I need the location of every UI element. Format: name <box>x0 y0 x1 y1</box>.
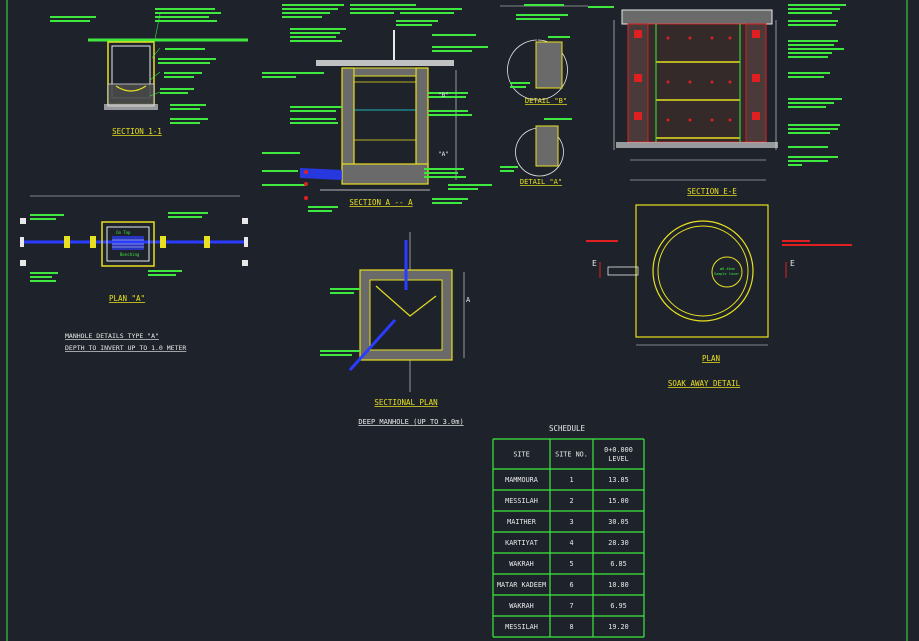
table-cell: 6.85 <box>610 560 626 568</box>
table-cell: WAKRAH <box>509 602 534 610</box>
section-e-e-drawing <box>588 4 846 181</box>
table-cell: 5 <box>569 560 573 568</box>
section-1-1-drawing <box>50 8 248 124</box>
plan-title: PLAN <box>702 354 720 363</box>
sectional-plan-marker: A <box>466 296 471 304</box>
table-cell: MAITHER <box>507 518 537 526</box>
table-cell: 2 <box>569 497 573 505</box>
table-cell: 30.05 <box>608 518 628 526</box>
detail-b-drawing <box>500 4 588 101</box>
table-header-cell: SITE <box>513 451 529 459</box>
table-cell: 15.00 <box>608 497 628 505</box>
plan-a-box-bottom: Benching <box>120 252 140 257</box>
table-cell: 13.85 <box>608 476 628 484</box>
schedule-table: SITE SITE NO. 0+0.000LEVEL MAMMOURA 1 13.85 ME… <box>492 438 645 638</box>
table-cell: 6 <box>569 581 573 589</box>
cad-drawing: SECTION 1-1 Cm Top Benching PLAN "A" MAN… <box>6 0 908 641</box>
deep-manhole-title: DEEP MANHOLE (UP TO 3.0m) <box>358 418 463 426</box>
table-cell: MATAR KADEEM <box>497 581 546 589</box>
section-a-a-title: SECTION A -- A <box>349 198 413 207</box>
sectional-plan-title: SECTIONAL PLAN <box>374 398 437 407</box>
table-cell: 3 <box>569 518 573 526</box>
table-cell: 8 <box>569 623 573 631</box>
table-cell: 19.20 <box>608 623 628 631</box>
plan-a-title: PLAN "A" <box>109 294 145 303</box>
plan-inner-label2: Sample Cover <box>714 272 739 276</box>
plan-inner-label1: ø0.45mm <box>720 267 735 271</box>
section-a-a-tag-b: "B" <box>438 92 449 99</box>
soak-away-title: SOAK AWAY DETAIL <box>668 379 741 388</box>
table-header-cell: LEVEL <box>608 455 628 463</box>
manhole-type-line2: DEPTH TO INVERT UP TO 1.0 METER <box>65 344 186 352</box>
table-cell: WAKRAH <box>509 560 534 568</box>
table-cell: MESSILAH <box>505 623 538 631</box>
manhole-type-line1: MANHOLE DETAILS TYPE "A" <box>65 332 159 340</box>
detail-a-drawing <box>500 118 572 177</box>
plan-marker-right: E <box>790 259 795 268</box>
table-cell: 28.30 <box>608 539 628 547</box>
table-cell: 1 <box>569 476 573 484</box>
table-cell: MESSILAH <box>505 497 538 505</box>
table-cell: 4 <box>569 539 573 547</box>
section-e-e-title: SECTION E-E <box>687 187 737 196</box>
table-cell: MAMMOURA <box>505 476 538 484</box>
sectional-plan-drawing <box>320 232 465 392</box>
table-cell: 10.80 <box>608 581 628 589</box>
section-a-a-tag-a: "A" <box>438 151 449 158</box>
table-cell: 7 <box>569 602 573 610</box>
plan-a-drawing <box>20 195 248 282</box>
detail-b-title: DETAIL "B" <box>525 97 567 105</box>
table-cell: KARTIYAT <box>505 539 538 547</box>
detail-a-title: DETAIL "A" <box>520 178 562 186</box>
table-header-cell: 0+0.000 <box>604 446 633 454</box>
plan-marker-left: E <box>592 259 597 268</box>
table-header-cell: SITE NO. <box>555 451 588 459</box>
table-cell: 6.95 <box>610 602 626 610</box>
section-a-a-drawing <box>262 4 492 212</box>
section-1-1-title: SECTION 1-1 <box>112 127 162 136</box>
plan-a-box-top: Cm Top <box>116 230 131 235</box>
schedule-title: SCHEDULE <box>549 424 586 433</box>
